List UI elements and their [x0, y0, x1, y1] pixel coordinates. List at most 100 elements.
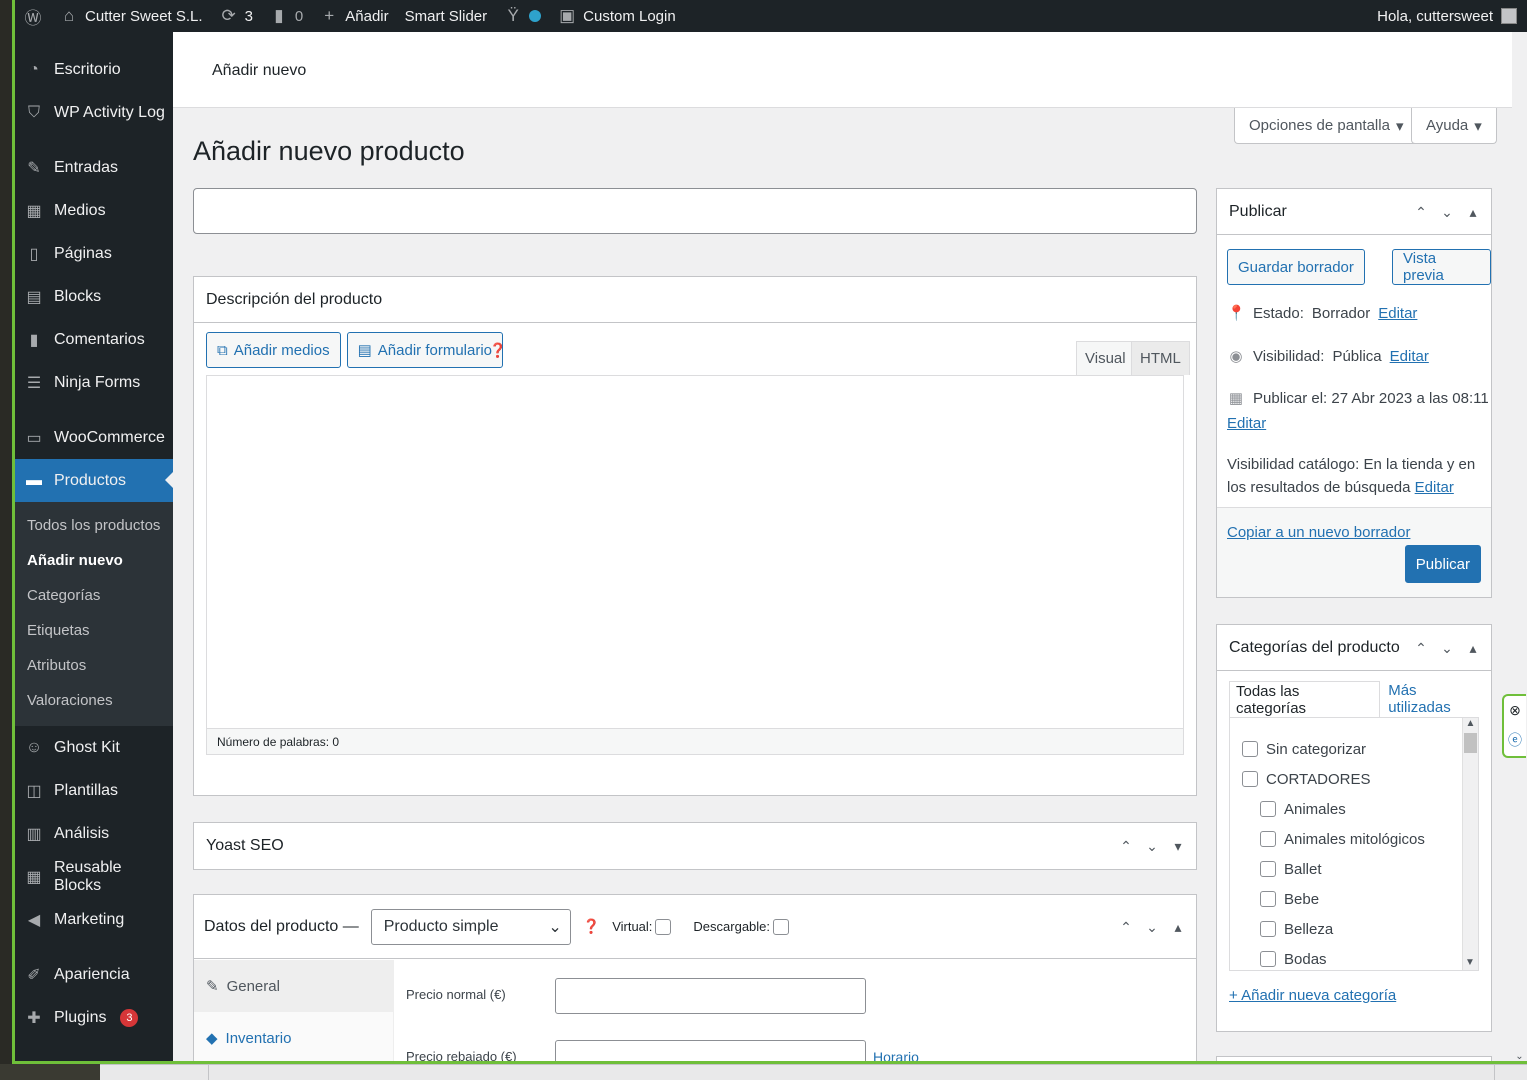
move-down-icon[interactable]: ⌄: [1439, 640, 1455, 657]
category-item[interactable]: Animales: [1242, 794, 1478, 824]
submenu-valoraciones[interactable]: Valoraciones: [15, 683, 173, 718]
move-up-icon[interactable]: ⌃: [1118, 919, 1134, 936]
scroll-down-icon[interactable]: ▼: [1463, 957, 1477, 968]
product-title-input[interactable]: [193, 188, 1197, 234]
wordpress-logo[interactable]: Ⓦ: [15, 0, 51, 32]
help-icon[interactable]: ❓: [489, 342, 506, 359]
regular-price-input[interactable]: [555, 978, 866, 1014]
move-up-icon[interactable]: ⌃: [1413, 640, 1429, 657]
category-checkbox[interactable]: [1242, 771, 1258, 787]
help-icon[interactable]: ❓: [583, 918, 600, 935]
sidebar-item-entradas[interactable]: ✎ Entradas: [15, 146, 173, 189]
sidebar-item-marketing[interactable]: ◀ Marketing: [15, 898, 173, 941]
smart-slider-link[interactable]: Smart Slider: [397, 0, 496, 32]
sidebar-item-apariencia[interactable]: ✐ Apariencia: [15, 953, 173, 996]
submenu-categorias[interactable]: Categorías: [15, 578, 173, 613]
close-circle-icon[interactable]: ⊗: [1509, 702, 1521, 719]
preview-button[interactable]: Vista previa: [1392, 249, 1491, 285]
edit-visibility-link[interactable]: Editar: [1390, 348, 1429, 365]
submenu-anadir-nuevo[interactable]: Añadir nuevo: [15, 543, 173, 578]
scroll-up-icon[interactable]: ▲: [1463, 718, 1478, 729]
sidebar-item-plantillas[interactable]: ◫ Plantillas: [15, 769, 173, 812]
category-item[interactable]: Sin categorizar: [1242, 734, 1478, 764]
toggle-panel-icon[interactable]: ▴: [1465, 640, 1481, 657]
help-button[interactable]: Ayuda ▾: [1411, 108, 1497, 144]
description-editor[interactable]: Número de palabras: 0: [206, 375, 1184, 755]
sidebar-item-analisis[interactable]: ▥ Análisis: [15, 812, 173, 855]
category-checkbox[interactable]: [1260, 861, 1276, 877]
yoast-menu[interactable]: Ÿ: [495, 0, 549, 32]
scroll-down-icon[interactable]: ⌄: [1512, 1051, 1527, 1061]
tab-inventario[interactable]: ◆ Inventario: [194, 1012, 393, 1061]
add-new-category-link[interactable]: + Añadir nueva categoría: [1229, 987, 1396, 1004]
sidebar-item-medios[interactable]: ▦ Medios: [15, 189, 173, 232]
toggle-panel-icon[interactable]: ▴: [1170, 919, 1186, 936]
tab-html[interactable]: HTML: [1131, 341, 1190, 375]
category-item[interactable]: Animales mitológicos: [1242, 824, 1478, 854]
category-checkbox[interactable]: [1260, 921, 1276, 937]
publish-button[interactable]: Publicar: [1404, 545, 1481, 583]
category-item[interactable]: CORTADORES: [1242, 764, 1478, 794]
tab-all-categories[interactable]: Todas las categorías: [1229, 681, 1381, 717]
tab-most-used[interactable]: Más utilizadas: [1380, 681, 1491, 717]
sidebar-item-productos[interactable]: ▬ Productos: [15, 459, 173, 502]
category-item[interactable]: Belleza: [1242, 914, 1478, 944]
site-name-link[interactable]: ⌂ Cutter Sweet S.L.: [51, 0, 211, 32]
sidebar-item-comentarios[interactable]: ▮ Comentarios: [15, 318, 173, 361]
yoast-box-title[interactable]: Yoast SEO ⌃ ⌄ ▾: [194, 823, 1196, 869]
downloadable-checkbox[interactable]: [773, 918, 790, 935]
toggle-panel-icon[interactable]: ▴: [1465, 204, 1481, 221]
sidebar-item-reusable-blocks[interactable]: ▦ Reusable Blocks: [15, 855, 173, 898]
edit-catalog-link[interactable]: Editar: [1415, 479, 1454, 496]
tab-general[interactable]: ✎ General: [194, 960, 393, 1012]
category-checkbox[interactable]: [1260, 951, 1276, 967]
virtual-checkbox[interactable]: [655, 918, 672, 935]
move-up-icon[interactable]: ⌃: [1413, 204, 1429, 221]
category-checkbox[interactable]: [1260, 801, 1276, 817]
user-greeting[interactable]: Hola, cuttersweet: [1377, 8, 1493, 25]
sidebar-item-wp-activity-log[interactable]: ⛉ WP Activity Log: [15, 91, 173, 134]
add-new-menu[interactable]: + Añadir: [311, 0, 396, 32]
sidebar-item-blocks[interactable]: ▤ Blocks: [15, 275, 173, 318]
category-checkbox[interactable]: [1260, 891, 1276, 907]
add-media-button[interactable]: ⧉ Añadir medios: [206, 332, 341, 368]
product-type-select[interactable]: Producto simple ⌄: [370, 908, 571, 945]
page-scrollbar[interactable]: ⌄: [1512, 32, 1527, 1061]
categories-box-title[interactable]: Categorías del producto ⌃ ⌄ ▴: [1217, 625, 1491, 671]
publish-box-title[interactable]: Publicar ⌃ ⌄ ▴: [1217, 189, 1491, 235]
category-item[interactable]: Bebe: [1242, 884, 1478, 914]
sidebar-item-plugins[interactable]: ✚ Plugins 3: [15, 996, 173, 1039]
accessibility-icon[interactable]: ⓔ: [1508, 730, 1522, 750]
copy-to-draft-link[interactable]: Copiar a un nuevo borrador: [1227, 524, 1410, 541]
scroll-thumb[interactable]: [1464, 733, 1477, 753]
sidebar-item-ghost-kit[interactable]: ☺ Ghost Kit: [15, 726, 173, 769]
category-item[interactable]: Ballet: [1242, 854, 1478, 884]
screen-options-button[interactable]: Opciones de pantalla ▾: [1234, 108, 1419, 144]
move-up-icon[interactable]: ⌃: [1118, 838, 1134, 855]
sidebar-item-escritorio[interactable]: ◔ Escritorio: [15, 48, 173, 91]
category-checkbox[interactable]: [1260, 831, 1276, 847]
save-draft-button[interactable]: Guardar borrador: [1227, 249, 1365, 285]
add-form-button[interactable]: ▤ Añadir formulario: [346, 332, 504, 368]
sidebar-item-ninja-forms[interactable]: ☰ Ninja Forms: [15, 361, 173, 404]
move-down-icon[interactable]: ⌄: [1144, 919, 1160, 936]
submenu-todos-los-productos[interactable]: Todos los productos: [15, 508, 173, 543]
avatar[interactable]: [1501, 8, 1517, 24]
category-scrollbar[interactable]: ▲ ▼: [1462, 718, 1478, 970]
submenu-etiquetas[interactable]: Etiquetas: [15, 613, 173, 648]
submenu-atributos[interactable]: Atributos: [15, 648, 173, 683]
sale-price-input[interactable]: [555, 1040, 866, 1061]
updates-link[interactable]: ⟳ 3: [211, 0, 261, 32]
category-checkbox[interactable]: [1242, 741, 1258, 757]
move-down-icon[interactable]: ⌄: [1439, 204, 1455, 221]
edit-status-link[interactable]: Editar: [1378, 305, 1417, 322]
toggle-panel-icon[interactable]: ▾: [1170, 838, 1186, 855]
edit-date-link[interactable]: Editar: [1227, 415, 1266, 432]
schedule-link[interactable]: Horario: [873, 1049, 919, 1061]
category-item[interactable]: Bodas: [1242, 944, 1478, 970]
custom-login-link[interactable]: ▣ Custom Login: [549, 0, 684, 32]
sidebar-item-paginas[interactable]: ▯ Páginas: [15, 232, 173, 275]
sidebar-item-woocommerce[interactable]: ▭ WooCommerce: [15, 416, 173, 459]
comments-link[interactable]: ▮ 0: [261, 0, 311, 32]
move-down-icon[interactable]: ⌄: [1144, 838, 1160, 855]
